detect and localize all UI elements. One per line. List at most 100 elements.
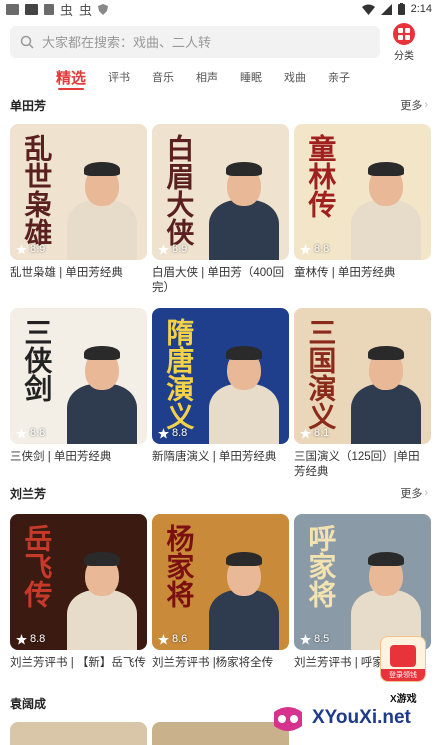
search-icon — [20, 35, 34, 49]
app-notification-icon — [6, 3, 19, 15]
section-header-shan-tianfang: 单田芳 更多 › — [10, 94, 428, 116]
tab-crosstalk[interactable]: 相声 — [196, 62, 218, 92]
performer-hair — [84, 162, 120, 176]
tab-kids[interactable]: 亲子 — [328, 62, 350, 92]
app-icon: 虫 — [79, 2, 93, 18]
album-cover: 岳飞传 8.8 — [10, 514, 147, 650]
album-cover: 童林传 8.8 — [294, 124, 431, 260]
rating: 8.9 — [158, 243, 187, 255]
album-caption: 乱世枭雄 | 单田芳经典 — [10, 267, 123, 279]
album-caption: 三侠剑 | 单田芳经典 — [10, 451, 112, 463]
cover-title: 杨家将 — [162, 524, 196, 608]
clock: 2:14 — [410, 3, 432, 15]
tab-bar: 精选 评书 音乐 相声 睡眠 戏曲 亲子 — [56, 62, 372, 92]
star-icon — [158, 633, 169, 645]
performer-hair — [84, 552, 120, 566]
section-title: 刘兰芳 — [10, 486, 47, 501]
login-reward-badge[interactable]: 登录领钱 — [380, 636, 426, 682]
cover-title: 岳飞传 — [20, 524, 54, 608]
cover-title: 童林传 — [304, 134, 338, 218]
cover-title: 隋唐演义 — [162, 318, 196, 430]
tab-pingshu[interactable]: 评书 — [108, 62, 130, 92]
section-title: 单田芳 — [10, 98, 47, 113]
red-envelope-icon — [390, 645, 416, 667]
album-cover: 乱世枭雄 8.9 — [10, 124, 147, 260]
tab-opera[interactable]: 戏曲 — [284, 62, 306, 92]
tab-music[interactable]: 音乐 — [152, 62, 174, 92]
more-link[interactable]: 更多 › — [400, 97, 428, 113]
battery-icon — [397, 3, 405, 15]
more-link[interactable]: 更多 › — [400, 485, 428, 501]
rating-value: 8.8 — [314, 243, 330, 255]
album-caption: 刘兰芳评书 |杨家将全传 — [152, 657, 274, 669]
picture-icon — [25, 3, 38, 15]
performer-hair — [226, 552, 262, 566]
album-card[interactable]: 岳飞传 8.8 刘兰芳评书 | 【新】岳飞传 — [10, 514, 147, 688]
star-icon — [16, 633, 27, 645]
category-label: 分类 — [394, 50, 414, 62]
image-icon — [44, 3, 54, 15]
album-caption: 刘兰芳评书 | 【新】岳飞传 — [10, 657, 146, 669]
album-card[interactable]: 乱世枭雄 8.9 乱世枭雄 | 单田芳经典 — [10, 124, 147, 298]
search-bar[interactable] — [10, 26, 380, 58]
wifi-icon — [361, 4, 375, 15]
rating-value: 8.6 — [172, 633, 188, 645]
performer-figure — [67, 590, 137, 650]
tab-featured[interactable]: 精选 — [56, 62, 86, 92]
album-grid-liu-lanfang: 岳飞传 8.8 刘兰芳评书 | 【新】岳飞传 杨家将 8.6 刘兰芳评书 |杨家将全传 呼家… — [10, 514, 431, 688]
watermark: XYouXi.net X游戏 — [268, 690, 438, 745]
performer-hair — [84, 346, 120, 360]
album-cover: 杨家将 8.6 — [152, 514, 289, 650]
rating: 8.9 — [16, 243, 45, 255]
cover-title: 白眉大侠 — [162, 134, 196, 246]
search-row: 分类 — [10, 22, 430, 62]
chevron-right-icon: › — [424, 99, 428, 111]
category-button[interactable]: 分类 — [386, 22, 422, 62]
performer-hair — [226, 346, 262, 360]
login-reward-label: 登录领钱 — [381, 669, 425, 681]
status-bar: 虫 虫 2:14 — [0, 0, 438, 18]
performer-figure — [67, 384, 137, 444]
section-header-liu-lanfang: 刘兰芳 更多 › — [10, 482, 428, 504]
star-icon — [300, 427, 311, 439]
star-icon — [16, 427, 27, 439]
album-card[interactable]: 童林传 8.8 童林传 | 单田芳经典 — [294, 124, 431, 298]
cover-title: 呼家将 — [304, 524, 338, 608]
app-icon: 虫 — [60, 2, 74, 18]
rating-value: 8.8 — [30, 633, 46, 645]
album-card[interactable]: 隋唐演义 8.8 新隋唐演义 | 单田芳经典 — [152, 308, 289, 482]
star-icon — [158, 243, 169, 255]
search-input[interactable] — [42, 34, 342, 50]
album-caption: 童林传 | 单田芳经典 — [294, 267, 396, 279]
album-card[interactable]: 三国演义 8.1 三国演义（125回）|单田芳经典 — [294, 308, 431, 482]
star-icon — [300, 633, 311, 645]
rating-value: 8.8 — [30, 427, 46, 439]
performer-hair — [226, 162, 262, 176]
cover-title: 乱世枭雄 — [20, 134, 54, 246]
rating: 8.8 — [158, 427, 187, 439]
performer-figure — [351, 200, 421, 260]
rating-value: 8.9 — [30, 243, 46, 255]
album-grid-shan-tianfang: 乱世枭雄 8.9 乱世枭雄 | 单田芳经典 白眉大侠 8.9 白眉大侠 | 单田芳（400… — [10, 124, 431, 492]
cover-title: 三侠剑 — [20, 318, 54, 402]
rating-value: 8.8 — [172, 427, 188, 439]
rating: 8.8 — [16, 427, 45, 439]
album-caption: 三国演义（125回）|单田芳经典 — [294, 451, 420, 478]
performer-hair — [368, 162, 404, 176]
section-title: 袁阔成 — [10, 696, 47, 711]
performer-figure — [209, 384, 279, 444]
rating: 8.8 — [300, 243, 329, 255]
status-icons-right: 2:14 — [361, 3, 432, 15]
performer-hair — [368, 346, 404, 360]
shield-icon — [98, 3, 109, 15]
rating: 8.5 — [300, 633, 329, 645]
album-card[interactable]: 三侠剑 8.8 三侠剑 | 单田芳经典 — [10, 308, 147, 482]
rating: 8.6 — [158, 633, 187, 645]
tab-sleep[interactable]: 睡眠 — [240, 62, 262, 92]
watermark-text: XYouXi.net — [312, 706, 411, 728]
album-cover: 隋唐演义 8.8 — [152, 308, 289, 444]
cover-title: 三国演义 — [304, 318, 338, 430]
album-card[interactable]: 白眉大侠 8.9 白眉大侠 | 单田芳（400回完） — [152, 124, 289, 298]
album-card[interactable]: 杨家将 8.6 刘兰芳评书 |杨家将全传 — [152, 514, 289, 688]
album-card-partial[interactable] — [10, 722, 147, 745]
